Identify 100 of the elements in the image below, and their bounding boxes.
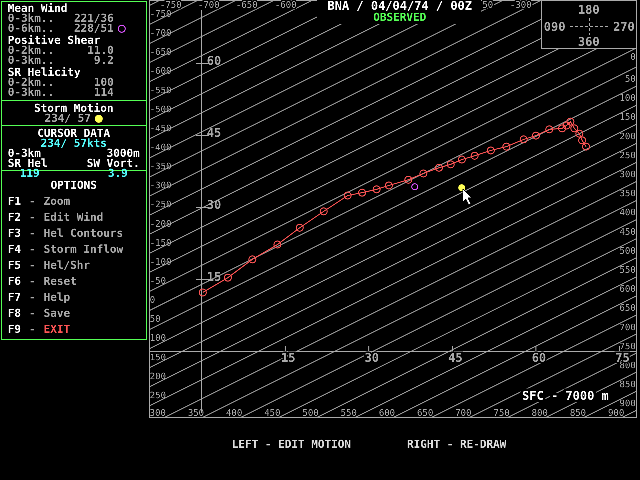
menu-option[interactable]: Storm Inflow (44, 245, 124, 255)
data-point (458, 156, 466, 164)
layer-label: 0-2km.. (8, 46, 54, 56)
contour-label: -600 (150, 67, 172, 78)
key-label: F5 (8, 261, 22, 271)
contour-label: -350 (150, 162, 172, 173)
contour-label: 450 (264, 409, 281, 419)
dot-marker[interactable] (458, 184, 466, 192)
contour-label: -200 (150, 220, 172, 230)
menu-option[interactable]: Help (44, 293, 70, 303)
contour-label: -650 (236, 1, 258, 11)
dash-text: - (29, 213, 36, 223)
cursor-arrow-icon (462, 188, 472, 206)
data-point (435, 164, 444, 172)
data-point (446, 160, 455, 169)
key-label: F6 (8, 277, 22, 287)
data-point (566, 118, 575, 126)
value-text: 3.9 (108, 169, 128, 179)
axis-tick-label: 45 (448, 351, 463, 365)
axis-tick-label: 60 (207, 54, 222, 68)
contour-label: 300 (150, 409, 166, 419)
data-point (358, 188, 366, 197)
contour-label: -100 (150, 258, 172, 268)
key-label: F4 (8, 245, 22, 255)
layer-label: 0-3km.. (8, 14, 54, 24)
contour-label: 850 (620, 380, 636, 391)
mouse-hint: RIGHT - RE-DRAW (407, 438, 507, 451)
contour-label: -50 (150, 276, 166, 287)
contour-label: 600 (379, 409, 396, 419)
contour-label: 650 (620, 304, 636, 314)
mouse-hint: LEFT - EDIT MOTION (232, 438, 352, 451)
contour-label: -450 (150, 124, 172, 134)
contour-label: -300 (510, 1, 532, 11)
dash-text: - (29, 197, 36, 207)
data-point (274, 240, 282, 249)
menu-option[interactable]: Hel/Shr (44, 261, 90, 271)
data-point (546, 126, 554, 134)
contour-label: 450 (620, 228, 636, 238)
data-point (248, 256, 257, 264)
compass-label: 270 (613, 20, 635, 34)
contour-label: 200 (620, 132, 636, 142)
contour-label: 150 (620, 113, 636, 124)
data-point (344, 192, 352, 200)
section-heading: Storm Motion (34, 104, 114, 114)
compass-label: 180 (578, 3, 600, 17)
plot-subtitle: OBSERVED (374, 11, 426, 24)
contour-label: 650 (417, 409, 434, 419)
value-text: 234/ 57kts (40, 139, 108, 149)
data-point (199, 288, 208, 297)
menu-option[interactable]: Edit Wind (44, 213, 104, 223)
menu-option[interactable]: Save (44, 309, 70, 319)
contour-label: 700 (455, 409, 472, 419)
contour-label: -150 (150, 238, 172, 249)
value-text: 11.0 (88, 46, 114, 56)
ring-marker (412, 184, 418, 190)
contour-label: -600 (275, 1, 297, 11)
contour-label: 600 (620, 285, 636, 296)
contour-label: -400 (150, 144, 172, 154)
contour-label: 150 (150, 353, 166, 364)
contour-label: 50 (150, 315, 161, 326)
section-heading: CURSOR DATA (38, 129, 110, 139)
field-label: SR Hel (8, 159, 48, 169)
contour-label: -700 (150, 29, 172, 40)
contour-label: 200 (150, 372, 166, 382)
contour-label: 0 (150, 296, 156, 306)
value-text: 114 (93, 88, 114, 98)
layer-label: 0-3km (8, 149, 42, 159)
data-point (385, 182, 394, 190)
menu-option[interactable]: Reset (44, 277, 77, 287)
layer-label: 0-3km.. (8, 56, 56, 66)
contour-label: -700 (198, 1, 220, 11)
contour-label: 550 (340, 409, 358, 419)
data-point (502, 142, 511, 151)
height-text: 3000m (106, 149, 140, 159)
menu-option[interactable]: Zoom (44, 197, 70, 207)
data-point (532, 132, 540, 140)
compass-label: 090 (544, 20, 566, 34)
key-label: F3 (8, 229, 22, 239)
data-point (520, 136, 528, 144)
layer-label: 0-6km.. (8, 24, 56, 34)
contour-label: -550 (150, 86, 172, 96)
contour-label: -650 (150, 48, 172, 58)
field-label: SW Vort. (87, 159, 140, 169)
axis-tick-label: 60 (532, 351, 546, 365)
contour-label: 700 (620, 323, 636, 334)
data-point (582, 142, 590, 151)
data-point (224, 274, 232, 282)
data-point (487, 146, 496, 155)
contour-label: 750 (620, 342, 636, 352)
key-label: F7 (8, 293, 22, 303)
menu-option[interactable]: EXIT (44, 325, 70, 335)
value-text: 9.2 (94, 56, 114, 66)
key-label: F8 (8, 309, 22, 319)
data-point (562, 122, 571, 130)
menu-option[interactable]: Hel Contours (44, 229, 124, 239)
data-point (576, 130, 584, 138)
contour-label: 350 (620, 190, 636, 200)
data-point (470, 152, 479, 160)
contour-label: -750 (160, 1, 182, 11)
axis-tick-label: 30 (207, 198, 222, 212)
